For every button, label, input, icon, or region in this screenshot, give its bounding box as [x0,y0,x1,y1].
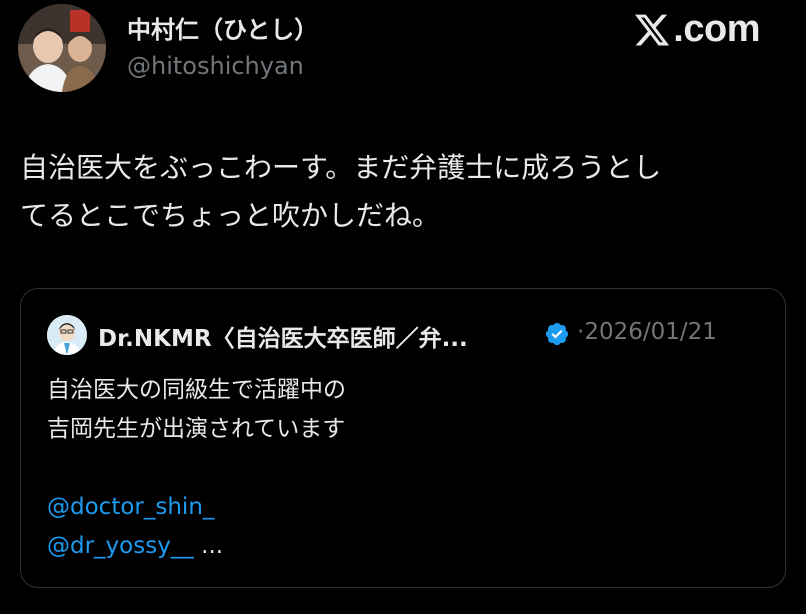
x-logo-icon [635,14,670,45]
author-avatar[interactable] [18,4,106,92]
quoted-author-avatar[interactable] [47,315,87,355]
quoted-tweet-date[interactable]: 2026/01/21 [584,319,717,345]
truncation-ellipsis: ... [201,533,224,559]
quoted-text-line: 吉岡先生が出演されています [47,416,346,442]
mention-line: @dr_yossy__ ... [47,527,346,566]
tweet-text-line: てるとこでちょっと吹かしだね。 [20,199,441,232]
quoted-tweet-card[interactable]: Dr.NKMR〈自治医大卒医師／弁... ·2026/01/21 自治医大の同級… [20,288,786,588]
author-handle[interactable]: @hitoshichyan [127,52,304,80]
quoted-tweet-text: 自治医大の同級生で活躍中の 吉岡先生が出演されています @doctor_shin… [47,371,346,566]
avatar-photo-icon [18,4,106,92]
mention-link[interactable]: @dr_yossy__ [47,533,194,559]
brand-logo: .com [633,8,760,51]
mention-line: @doctor_shin_ [47,488,346,527]
tweet-text-line: 自治医大をぶっこわーす。まだ弁護士に成ろうとし [20,151,662,184]
quoted-author-name[interactable]: Dr.NKMR〈自治医大卒医師／弁... [98,319,468,353]
mention-link[interactable]: @doctor_shin_ [47,494,214,520]
author-display-name[interactable]: 中村仁（ひとし） [127,10,318,45]
brand-domain: .com [673,8,760,50]
quoted-tweet-meta: ·2026/01/21 [577,319,717,345]
doctor-avatar-icon [47,315,87,355]
quoted-text-line: 自治医大の同級生で活躍中の [47,377,346,403]
verified-badge-icon [545,322,569,346]
tweet-text: 自治医大をぶっこわーす。まだ弁護士に成ろうとし てるとこでちょっと吹かしだね。 [20,144,790,240]
